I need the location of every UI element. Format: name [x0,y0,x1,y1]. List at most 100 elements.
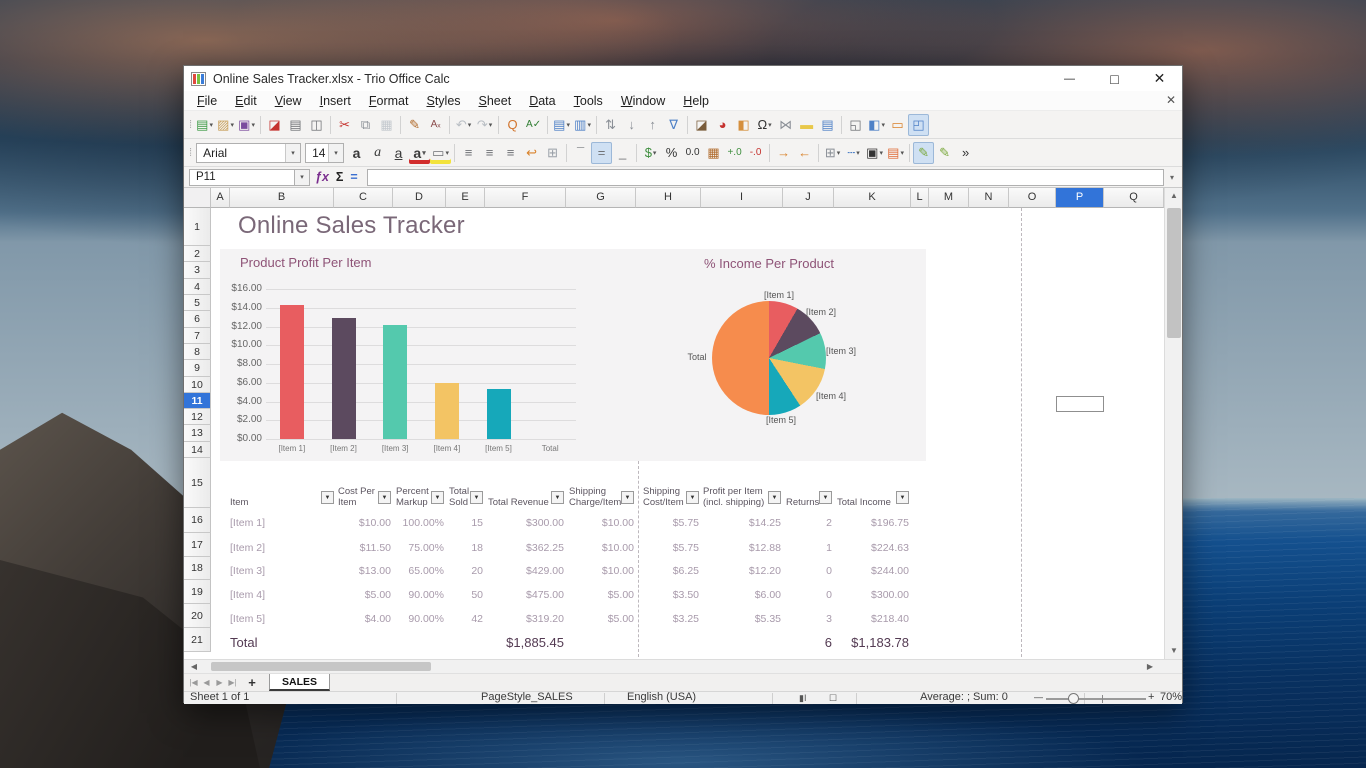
align-center-icon[interactable]: ≡ [479,142,500,164]
row-header-15[interactable]: 15 [184,458,211,508]
language[interactable]: English (USA) [627,691,696,704]
zoom-slider-thumb[interactable] [1068,693,1079,704]
column-header-I[interactable]: I [701,188,783,208]
row-header-14[interactable]: 14 [184,442,211,458]
wrap-text-icon[interactable]: ↩ [521,142,542,164]
border-style-icon[interactable]: ┄▾ [843,142,864,164]
open-icon[interactable]: ▨▾ [215,114,236,136]
column-header-F[interactable]: F [485,188,566,208]
currency-format-icon[interactable]: $▾ [640,142,661,164]
spelling-icon[interactable]: A✓ [523,114,544,136]
zoom-slider[interactable] [1046,698,1146,700]
insert-mode-icon[interactable]: ▮I [799,693,806,704]
column-header-L[interactable]: L [911,188,929,208]
column-header-A[interactable]: A [211,188,230,208]
bold-icon[interactable]: a [346,142,367,164]
autofilter-dropdown-icon[interactable]: ▼ [621,491,634,504]
row-header-11[interactable]: 11 [184,393,211,409]
row-header-8[interactable]: 8 [184,344,211,360]
add-sheet-icon[interactable]: + [243,675,261,690]
row-header-12[interactable]: 12 [184,409,211,425]
column-header-N[interactable]: N [969,188,1009,208]
paste-icon[interactable]: ▦ [376,114,397,136]
row-header-3[interactable]: 3 [184,262,211,279]
row-header-6[interactable]: 6 [184,311,211,328]
clone-formatting-right-icon[interactable]: ✎ [913,142,934,164]
conditional-formatting-icon[interactable]: ▤▾ [885,142,906,164]
row-header-19[interactable]: 19 [184,580,211,604]
row-header-13[interactable]: 13 [184,425,211,442]
column-header-E[interactable]: E [446,188,485,208]
pivot-table-icon[interactable]: ◧ [733,114,754,136]
row-header-18[interactable]: 18 [184,557,211,580]
highlighting-color-icon[interactable]: ▭▾ [430,142,451,164]
freeze-panes-icon[interactable]: ◧▾ [866,114,887,136]
row-header-7[interactable]: 7 [184,328,211,344]
column-header-B[interactable]: B [230,188,334,208]
menu-help[interactable]: Help [674,92,718,110]
autofilter-dropdown-icon[interactable]: ▼ [551,491,564,504]
autofilter-dropdown-icon[interactable]: ▼ [470,491,483,504]
autofilter-dropdown-icon[interactable]: ▼ [321,491,334,504]
column-header-H[interactable]: H [636,188,701,208]
headers-footers-icon[interactable]: ▤ [817,114,838,136]
menu-view[interactable]: View [266,92,311,110]
cells-grid[interactable]: Online Sales Tracker Product Profit Per … [211,208,1164,659]
vertical-scrollbar-thumb[interactable] [1167,208,1181,338]
clear-formatting-icon[interactable]: Aₓ [425,114,446,136]
formula-input[interactable] [367,169,1164,186]
center-vertically-icon[interactable]: = [591,142,612,164]
font-name-combo[interactable]: Arial▾ [196,143,301,163]
menu-file[interactable]: File [188,92,226,110]
print-icon[interactable]: ▤ [285,114,306,136]
copy-icon[interactable]: ⧉ [355,114,376,136]
zoom-level[interactable]: 70% [1160,691,1182,704]
row-header-9[interactable]: 9 [184,360,211,377]
menu-format[interactable]: Format [360,92,418,110]
insert-column-icon[interactable]: ▥▾ [572,114,593,136]
insert-row-icon[interactable]: ▤▾ [551,114,572,136]
scroll-right-icon[interactable]: ▶ [1142,660,1158,673]
clone-formatting-left-icon[interactable]: ✎ [934,142,955,164]
column-header-Q[interactable]: Q [1104,188,1164,208]
export-pdf-icon[interactable]: ◪ [264,114,285,136]
align-bottom-icon[interactable]: _ [612,142,633,164]
column-header-J[interactable]: J [783,188,834,208]
clone-formatting-icon[interactable]: ✎ [404,114,425,136]
horizontal-scrollbar[interactable]: ◀ ▶ [184,659,1182,673]
name-box[interactable]: P11 [189,169,295,186]
menu-sheet[interactable]: Sheet [470,92,521,110]
sheet-tab-sales[interactable]: SALES [269,674,330,691]
column-header-O[interactable]: O [1009,188,1056,208]
horizontal-scrollbar-thumb[interactable] [211,662,431,671]
undo-icon[interactable]: ↶▾ [453,114,474,136]
menu-data[interactable]: Data [520,92,564,110]
add-decimal-icon[interactable]: +.0 [724,142,745,164]
border-color-icon[interactable]: ▣▾ [864,142,885,164]
print-area-icon[interactable]: ◱ [845,114,866,136]
scroll-left-icon[interactable]: ◀ [186,660,202,673]
align-right-icon[interactable]: ≡ [500,142,521,164]
align-top-icon[interactable]: ¯ [570,142,591,164]
function-wizard-icon[interactable]: ƒx [315,170,329,184]
document-close-icon[interactable]: ✕ [1166,93,1176,107]
find-replace-icon[interactable]: Q [502,114,523,136]
merge-cells-icon[interactable]: ⊞ [542,142,563,164]
font-color-icon[interactable]: a▾ [409,142,430,164]
decrease-indent-icon[interactable]: ← [794,142,815,164]
percent-format-icon[interactable]: % [661,142,682,164]
sum-icon[interactable]: Σ [336,170,344,184]
scroll-up-icon[interactable]: ▲ [1165,188,1183,204]
italic-icon[interactable]: a [367,142,388,164]
zoom-in-icon[interactable]: + [1148,691,1154,704]
next-sheet-icon[interactable]: ▶ [213,678,226,687]
charts-panel[interactable]: Product Profit Per Item $0.00$2.00$4.00$… [220,249,926,461]
column-header-M[interactable]: M [929,188,969,208]
save-icon[interactable]: ▣▾ [236,114,257,136]
formula-icon[interactable]: = [350,170,357,184]
autofilter-dropdown-icon[interactable]: ▼ [431,491,444,504]
autofilter-dropdown-icon[interactable]: ▼ [768,491,781,504]
name-box-dropdown-icon[interactable]: ▾ [295,169,310,186]
insert-comment-icon[interactable]: ▬ [796,114,817,136]
number-format-icon[interactable]: 0.0 [682,142,703,164]
